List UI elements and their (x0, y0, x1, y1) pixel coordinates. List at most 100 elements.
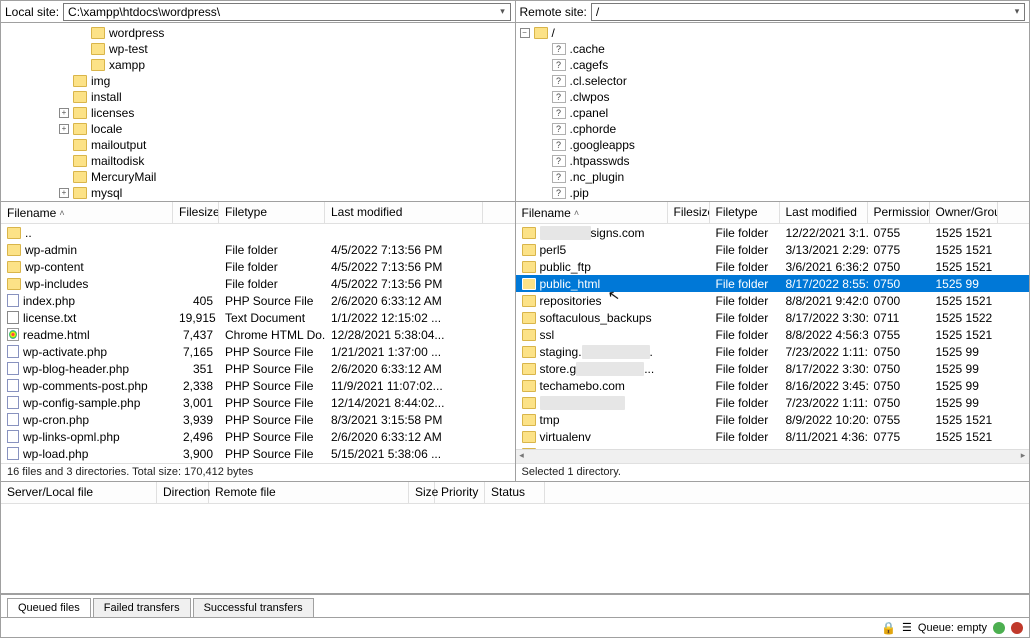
file-row[interactable]: wp-cron.php 3,939 PHP Source File 8/3/20… (1, 411, 515, 428)
file-permissions: 0750 (868, 260, 930, 274)
tab-failed-transfers[interactable]: Failed transfers (93, 598, 191, 617)
tree-item[interactable]: wordpress (1, 25, 515, 41)
remote-col-filesize[interactable]: Filesize (668, 202, 710, 223)
file-row[interactable]: wp-blog-header.php 351 PHP Source File 2… (1, 360, 515, 377)
tree-item[interactable]: + mysql (1, 185, 515, 201)
file-row[interactable]: public_html File folder 8/17/2022 8:55:.… (516, 275, 1030, 292)
queue-indicator-icon[interactable]: ☰ (902, 621, 912, 634)
tree-item[interactable]: mailtodisk (1, 153, 515, 169)
file-type: PHP Source File (219, 379, 325, 393)
file-row[interactable]: index.php 405 PHP Source File 2/6/2020 6… (1, 292, 515, 309)
local-path-combobox[interactable]: ▾ (63, 3, 510, 21)
file-row[interactable]: .. (1, 224, 515, 241)
remote-col-owner[interactable]: Owner/Group (930, 202, 998, 223)
queue-col-direction[interactable]: Direction (157, 482, 209, 503)
tree-item[interactable]: mailoutput (1, 137, 515, 153)
file-row[interactable]: wp-includes File folder 4/5/2022 7:13:56… (1, 275, 515, 292)
local-path-input[interactable] (64, 5, 495, 19)
remote-col-filetype[interactable]: Filetype (710, 202, 780, 223)
queue-status-text: Queue: empty (918, 622, 987, 634)
local-col-filetype[interactable]: Filetype (219, 202, 325, 223)
local-col-filename[interactable]: Filename˄ (1, 202, 173, 223)
queue-col-size[interactable]: Size (409, 482, 435, 503)
tree-item-label: wordpress (109, 26, 164, 40)
file-row[interactable]: wp-config-sample.php 3,001 PHP Source Fi… (1, 394, 515, 411)
file-row[interactable]: readme.html 7,437 Chrome HTML Do... 12/2… (1, 326, 515, 343)
tree-item[interactable]: ?.htpasswds (516, 153, 1030, 169)
tree-item[interactable]: −/ (516, 25, 1030, 41)
tree-item[interactable]: ?.pip (516, 185, 1030, 201)
tree-item[interactable]: install (1, 89, 515, 105)
file-row[interactable]: wp-comments-post.php 2,338 PHP Source Fi… (1, 377, 515, 394)
file-row[interactable]: tmp File folder 8/9/2022 10:20:... 0755 … (516, 411, 1030, 428)
file-permissions: 0775 (868, 430, 930, 444)
local-list-header[interactable]: Filename˄ Filesize Filetype Last modifie… (1, 202, 515, 224)
tree-item[interactable]: ?.cache (516, 41, 1030, 57)
file-name: tmp (540, 413, 560, 427)
remote-list-header[interactable]: Filename˄ Filesize Filetype Last modifie… (516, 202, 1030, 224)
queue-col-priority[interactable]: Priority (435, 482, 485, 503)
tree-item-label: mysql (91, 186, 122, 200)
tree-item[interactable]: +licenses (1, 105, 515, 121)
local-file-list[interactable]: .. wp-admin File folder 4/5/2022 7:13:56… (1, 224, 515, 463)
chevron-down-icon[interactable]: ▾ (496, 4, 510, 20)
lock-icon[interactable]: 🔒 (881, 621, 896, 635)
file-row[interactable]: wp-admin File folder 4/5/2022 7:13:56 PM (1, 241, 515, 258)
tree-item[interactable]: ?.cpanel (516, 105, 1030, 121)
file-row[interactable]: store.g████████... File folder 8/17/2022… (516, 360, 1030, 377)
file-modified: 8/3/2021 3:15:58 PM (325, 413, 483, 427)
tree-item[interactable]: xampp (1, 57, 515, 73)
file-row[interactable]: softaculous_backups File folder 8/17/202… (516, 309, 1030, 326)
tree-item[interactable]: ?.cagefs (516, 57, 1030, 73)
queue-col-status[interactable]: Status (485, 482, 545, 503)
file-row[interactable]: perl5 File folder 3/13/2021 2:29:... 077… (516, 241, 1030, 258)
horizontal-scrollbar[interactable]: ◂ ▸ (516, 449, 1030, 463)
file-row[interactable]: staging.████████. File folder 7/23/2022 … (516, 343, 1030, 360)
local-col-modified[interactable]: Last modified (325, 202, 483, 223)
collapse-tree-icon[interactable]: − (520, 28, 530, 38)
file-row[interactable]: wp-activate.php 7,165 PHP Source File 1/… (1, 343, 515, 360)
file-row[interactable]: license.txt 19,915 Text Document 1/1/202… (1, 309, 515, 326)
local-directory-tree[interactable]: wordpress wp-testxamppimginstall+licenses… (1, 23, 515, 201)
tree-item-label: wp-test (109, 42, 148, 56)
file-row[interactable]: wp-load.php 3,900 PHP Source File 5/15/2… (1, 445, 515, 462)
tree-item[interactable]: ?.googleapps (516, 137, 1030, 153)
remote-col-filename[interactable]: Filename˄ (516, 202, 668, 223)
tree-item[interactable]: ?.cphorde (516, 121, 1030, 137)
file-row[interactable]: ██████signs.com File folder 12/22/2021 3… (516, 224, 1030, 241)
tab-queued-files[interactable]: Queued files (7, 598, 91, 617)
tree-item[interactable]: ?.cl.selector (516, 73, 1030, 89)
expand-tree-icon[interactable]: + (59, 108, 69, 118)
remote-path-combobox[interactable]: ▾ (591, 3, 1025, 21)
queue-body[interactable] (1, 504, 1029, 593)
tree-item-label: .clwpos (570, 90, 610, 104)
file-row[interactable]: techamebo.com File folder 8/16/2022 3:45… (516, 377, 1030, 394)
file-modified: 12/22/2021 3:1... (780, 226, 868, 240)
chevron-down-icon[interactable]: ▾ (1010, 4, 1024, 20)
tree-item[interactable]: img (1, 73, 515, 89)
tree-item[interactable]: ?.clwpos (516, 89, 1030, 105)
file-row[interactable]: ssl File folder 8/8/2022 4:56:3... 0755 … (516, 326, 1030, 343)
remote-file-list[interactable]: ██████signs.com File folder 12/22/2021 3… (516, 224, 1030, 449)
tree-item[interactable]: wp-test (1, 41, 515, 57)
queue-col-localfile[interactable]: Server/Local file (1, 482, 157, 503)
remote-path-input[interactable] (592, 5, 1010, 19)
remote-col-permissions[interactable]: Permissions (868, 202, 930, 223)
tab-successful-transfers[interactable]: Successful transfers (193, 598, 314, 617)
local-col-filesize[interactable]: Filesize (173, 202, 219, 223)
queue-header[interactable]: Server/Local file Direction Remote file … (1, 482, 1029, 504)
remote-col-modified[interactable]: Last modified (780, 202, 868, 223)
expand-tree-icon[interactable]: + (59, 188, 69, 198)
file-row[interactable]: wp-links-opml.php 2,496 PHP Source File … (1, 428, 515, 445)
file-row[interactable]: public_ftp File folder 3/6/2021 6:36:2..… (516, 258, 1030, 275)
tree-item[interactable]: ?.nc_plugin (516, 169, 1030, 185)
file-row[interactable]: ██████████ File folder 7/23/2022 1:11:..… (516, 394, 1030, 411)
expand-tree-icon[interactable]: + (59, 124, 69, 134)
tree-item[interactable]: +locale (1, 121, 515, 137)
file-row[interactable]: wp-content File folder 4/5/2022 7:13:56 … (1, 258, 515, 275)
tree-item[interactable]: MercuryMail (1, 169, 515, 185)
file-row[interactable]: virtualenv File folder 8/11/2021 4:36:..… (516, 428, 1030, 445)
queue-col-remotefile[interactable]: Remote file (209, 482, 409, 503)
file-row[interactable]: repositories File folder 8/8/2021 9:42:0… (516, 292, 1030, 309)
remote-directory-tree[interactable]: −/?.cache?.cagefs?.cl.selector?.clwpos?.… (516, 23, 1030, 201)
